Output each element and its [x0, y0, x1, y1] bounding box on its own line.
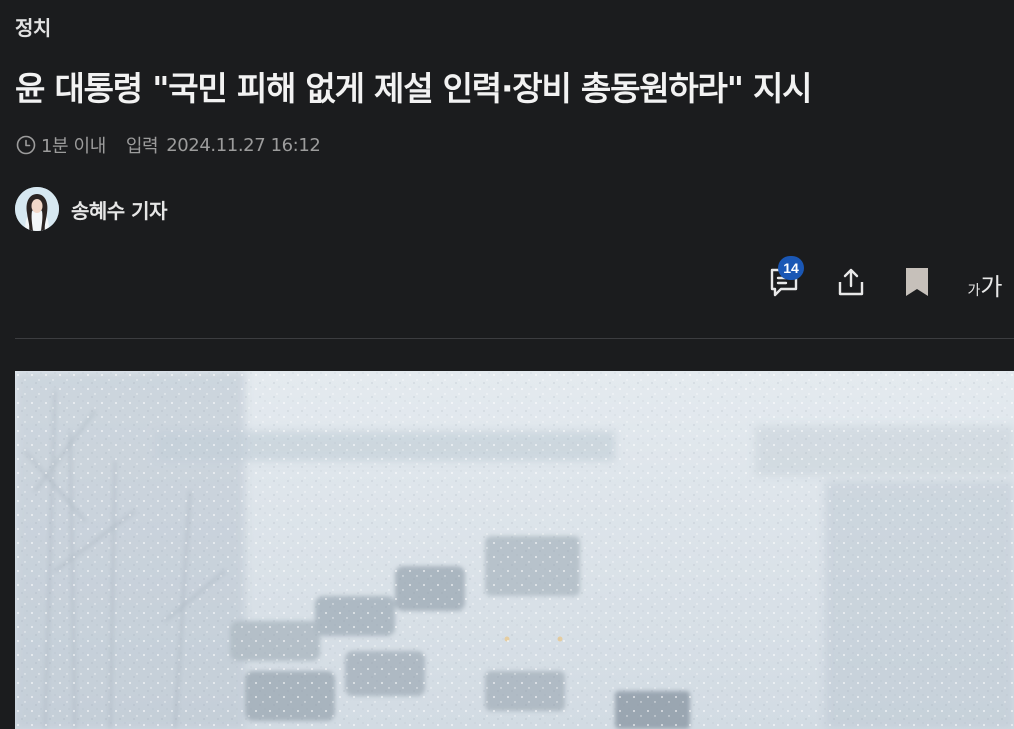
font-size-small-label: 가 [967, 282, 981, 299]
article-photo[interactable] [15, 371, 1014, 729]
article-meta: 1분 이내 입력 2024.11.27 16:12 [15, 132, 321, 158]
font-size-large-label: 가 [980, 272, 1003, 301]
share-icon [834, 265, 868, 303]
reporter-name[interactable]: 송혜수 기자 [71, 195, 167, 224]
comment-count-badge: 14 [778, 256, 804, 280]
posted-label: 입력 [125, 136, 159, 157]
font-size-icon: 가 가 [968, 267, 1003, 302]
share-button[interactable] [829, 262, 873, 306]
category-link[interactable]: 정치 [15, 12, 51, 41]
article-page: 정치 윤 대통령 "국민 피해 없게 제설 인력·장비 총동원하라" 지시 1분… [0, 0, 1014, 729]
bookmark-button[interactable] [895, 262, 939, 306]
read-time: 1분 이내 [41, 136, 106, 157]
article-headline: 윤 대통령 "국민 피해 없게 제설 인력·장비 총동원하라" 지시 [15, 69, 813, 108]
comment-button[interactable]: 14 [762, 256, 806, 306]
clock-icon [15, 134, 37, 156]
byline[interactable]: 송혜수 기자 [15, 187, 167, 231]
bookmark-icon [902, 265, 932, 303]
section-divider [15, 338, 1014, 339]
reporter-avatar[interactable] [15, 187, 59, 231]
article-toolbar: 14 가 가 [760, 256, 1014, 312]
posted-time: 2024.11.27 16:12 [166, 134, 321, 156]
font-size-button[interactable]: 가 가 [958, 262, 1012, 306]
